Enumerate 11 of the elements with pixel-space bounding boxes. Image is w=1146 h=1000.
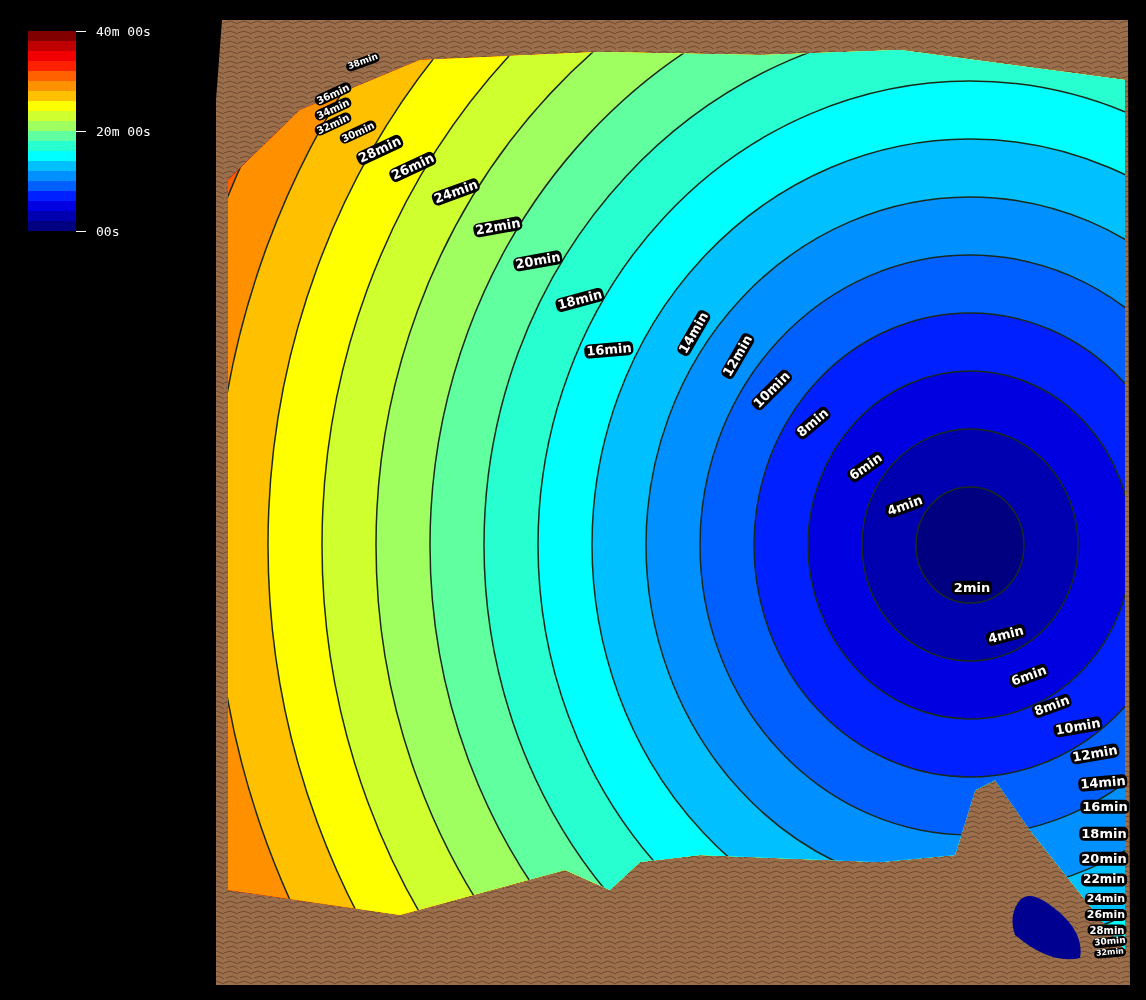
contour-label: 16min bbox=[1080, 799, 1130, 814]
legend-tick-label: 40m 00s bbox=[96, 23, 151, 39]
contour-label: 22min bbox=[1081, 873, 1127, 887]
contour-label: 32min bbox=[1093, 947, 1127, 959]
contour-label: 2min bbox=[951, 580, 993, 595]
water-patch bbox=[1012, 896, 1081, 960]
legend-tick-label: 00s bbox=[96, 223, 120, 239]
contour-label: 20min bbox=[1079, 851, 1129, 866]
legend-tick-label: 20m 00s bbox=[96, 123, 151, 139]
contour-label: 18min bbox=[1079, 826, 1129, 841]
contour-label: 28min bbox=[1087, 924, 1127, 936]
